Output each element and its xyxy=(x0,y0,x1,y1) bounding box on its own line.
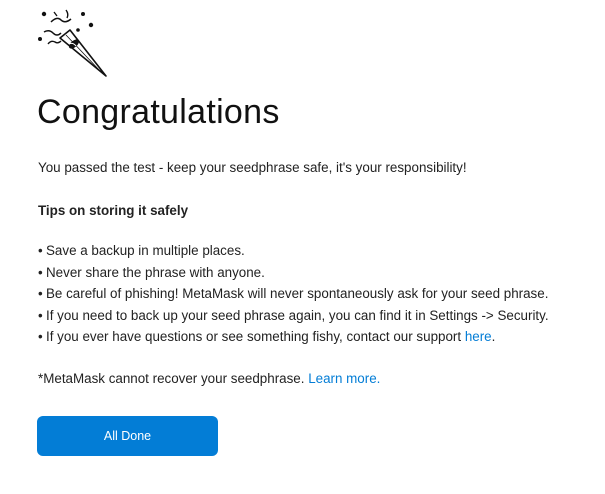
tip-item: • If you ever have questions or see somet… xyxy=(38,326,549,348)
tip-text: Be careful of phishing! MetaMask will ne… xyxy=(46,286,549,302)
bullet: • xyxy=(38,329,43,345)
tips-heading: Tips on storing it safely xyxy=(38,203,189,218)
bullet: • xyxy=(38,243,43,258)
tip-text: If you need to back up your seed phrase … xyxy=(46,307,549,323)
passed-message: You passed the test - keep your seedphra… xyxy=(38,160,467,175)
bullet: • xyxy=(38,307,43,323)
tip-item: • Never share the phrase with anyone. xyxy=(38,262,549,284)
bullet: • xyxy=(38,286,43,302)
tip-text: Never share the phrase with anyone. xyxy=(46,264,265,280)
bullet: • xyxy=(38,264,43,280)
all-done-button[interactable]: All Done xyxy=(37,416,218,456)
recover-notice: *MetaMask cannot recover your seedphrase… xyxy=(38,370,380,388)
support-tip-text: If you ever have questions or see someth… xyxy=(46,329,465,345)
support-link[interactable]: here xyxy=(465,329,492,344)
page-title: Congratulations xyxy=(37,93,280,131)
tip-item: • Be careful of phishing! MetaMask will n… xyxy=(38,283,549,305)
recover-text: *MetaMask cannot recover your seedphrase… xyxy=(38,371,309,386)
party-popper-icon xyxy=(38,9,107,77)
learn-more-link[interactable]: Learn more. xyxy=(308,371,380,386)
support-tip-suffix: . xyxy=(491,329,496,345)
tip-item: • If you need to back up your seed phrase… xyxy=(38,305,549,327)
tip-item: • Save a backup in multiple places. xyxy=(38,240,549,262)
congratulations-page: Congratulations You passed the test - ke… xyxy=(0,0,605,494)
tip-text: Save a backup in multiple places. xyxy=(46,243,245,258)
tips-list: • Save a backup in multiple places. • Neve… xyxy=(38,240,549,348)
